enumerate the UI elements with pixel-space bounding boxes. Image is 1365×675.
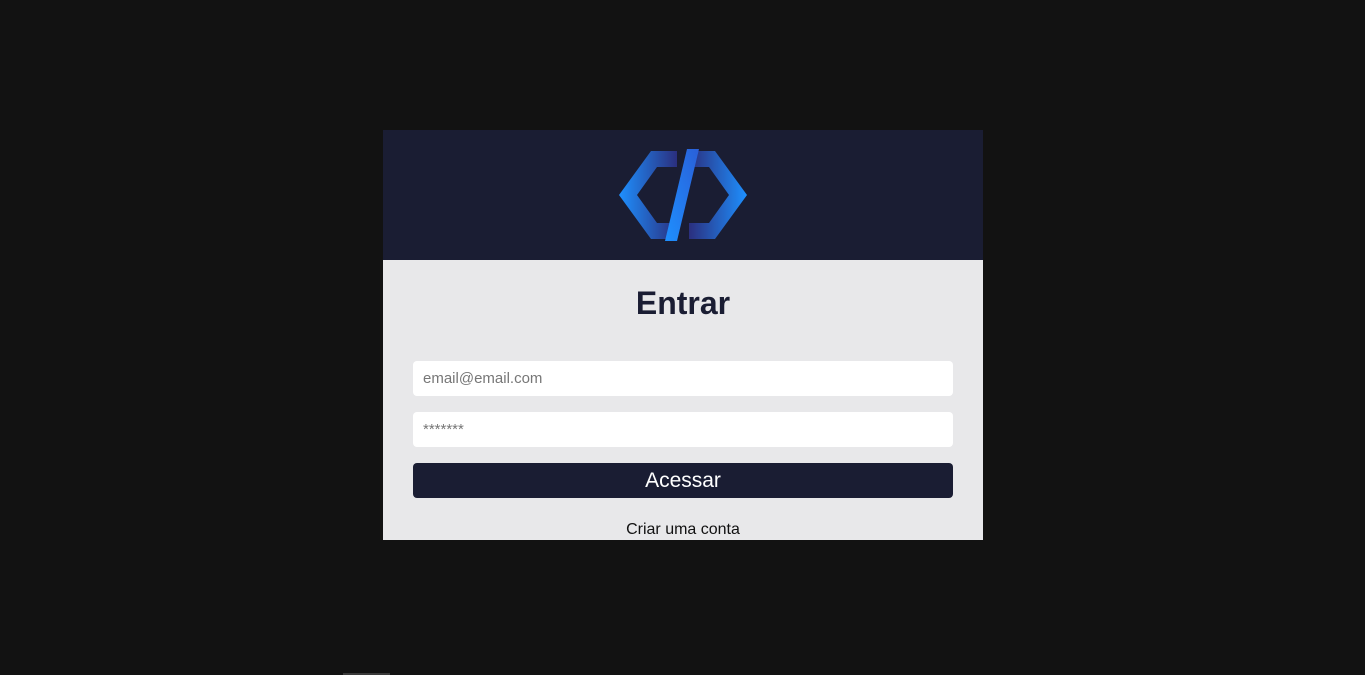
card-body: Entrar Acessar Criar uma conta [383,260,983,539]
create-account-link[interactable]: Criar uma conta [413,521,953,539]
email-field[interactable] [413,361,953,396]
code-brackets-logo-icon [619,149,747,241]
page: Entrar Acessar Criar uma conta [0,0,1365,675]
card-header [383,130,983,260]
page-title: Entrar [635,285,731,321]
submit-button[interactable]: Acessar [413,463,953,498]
password-field[interactable] [413,412,953,447]
login-card: Entrar Acessar Criar uma conta [383,130,983,540]
